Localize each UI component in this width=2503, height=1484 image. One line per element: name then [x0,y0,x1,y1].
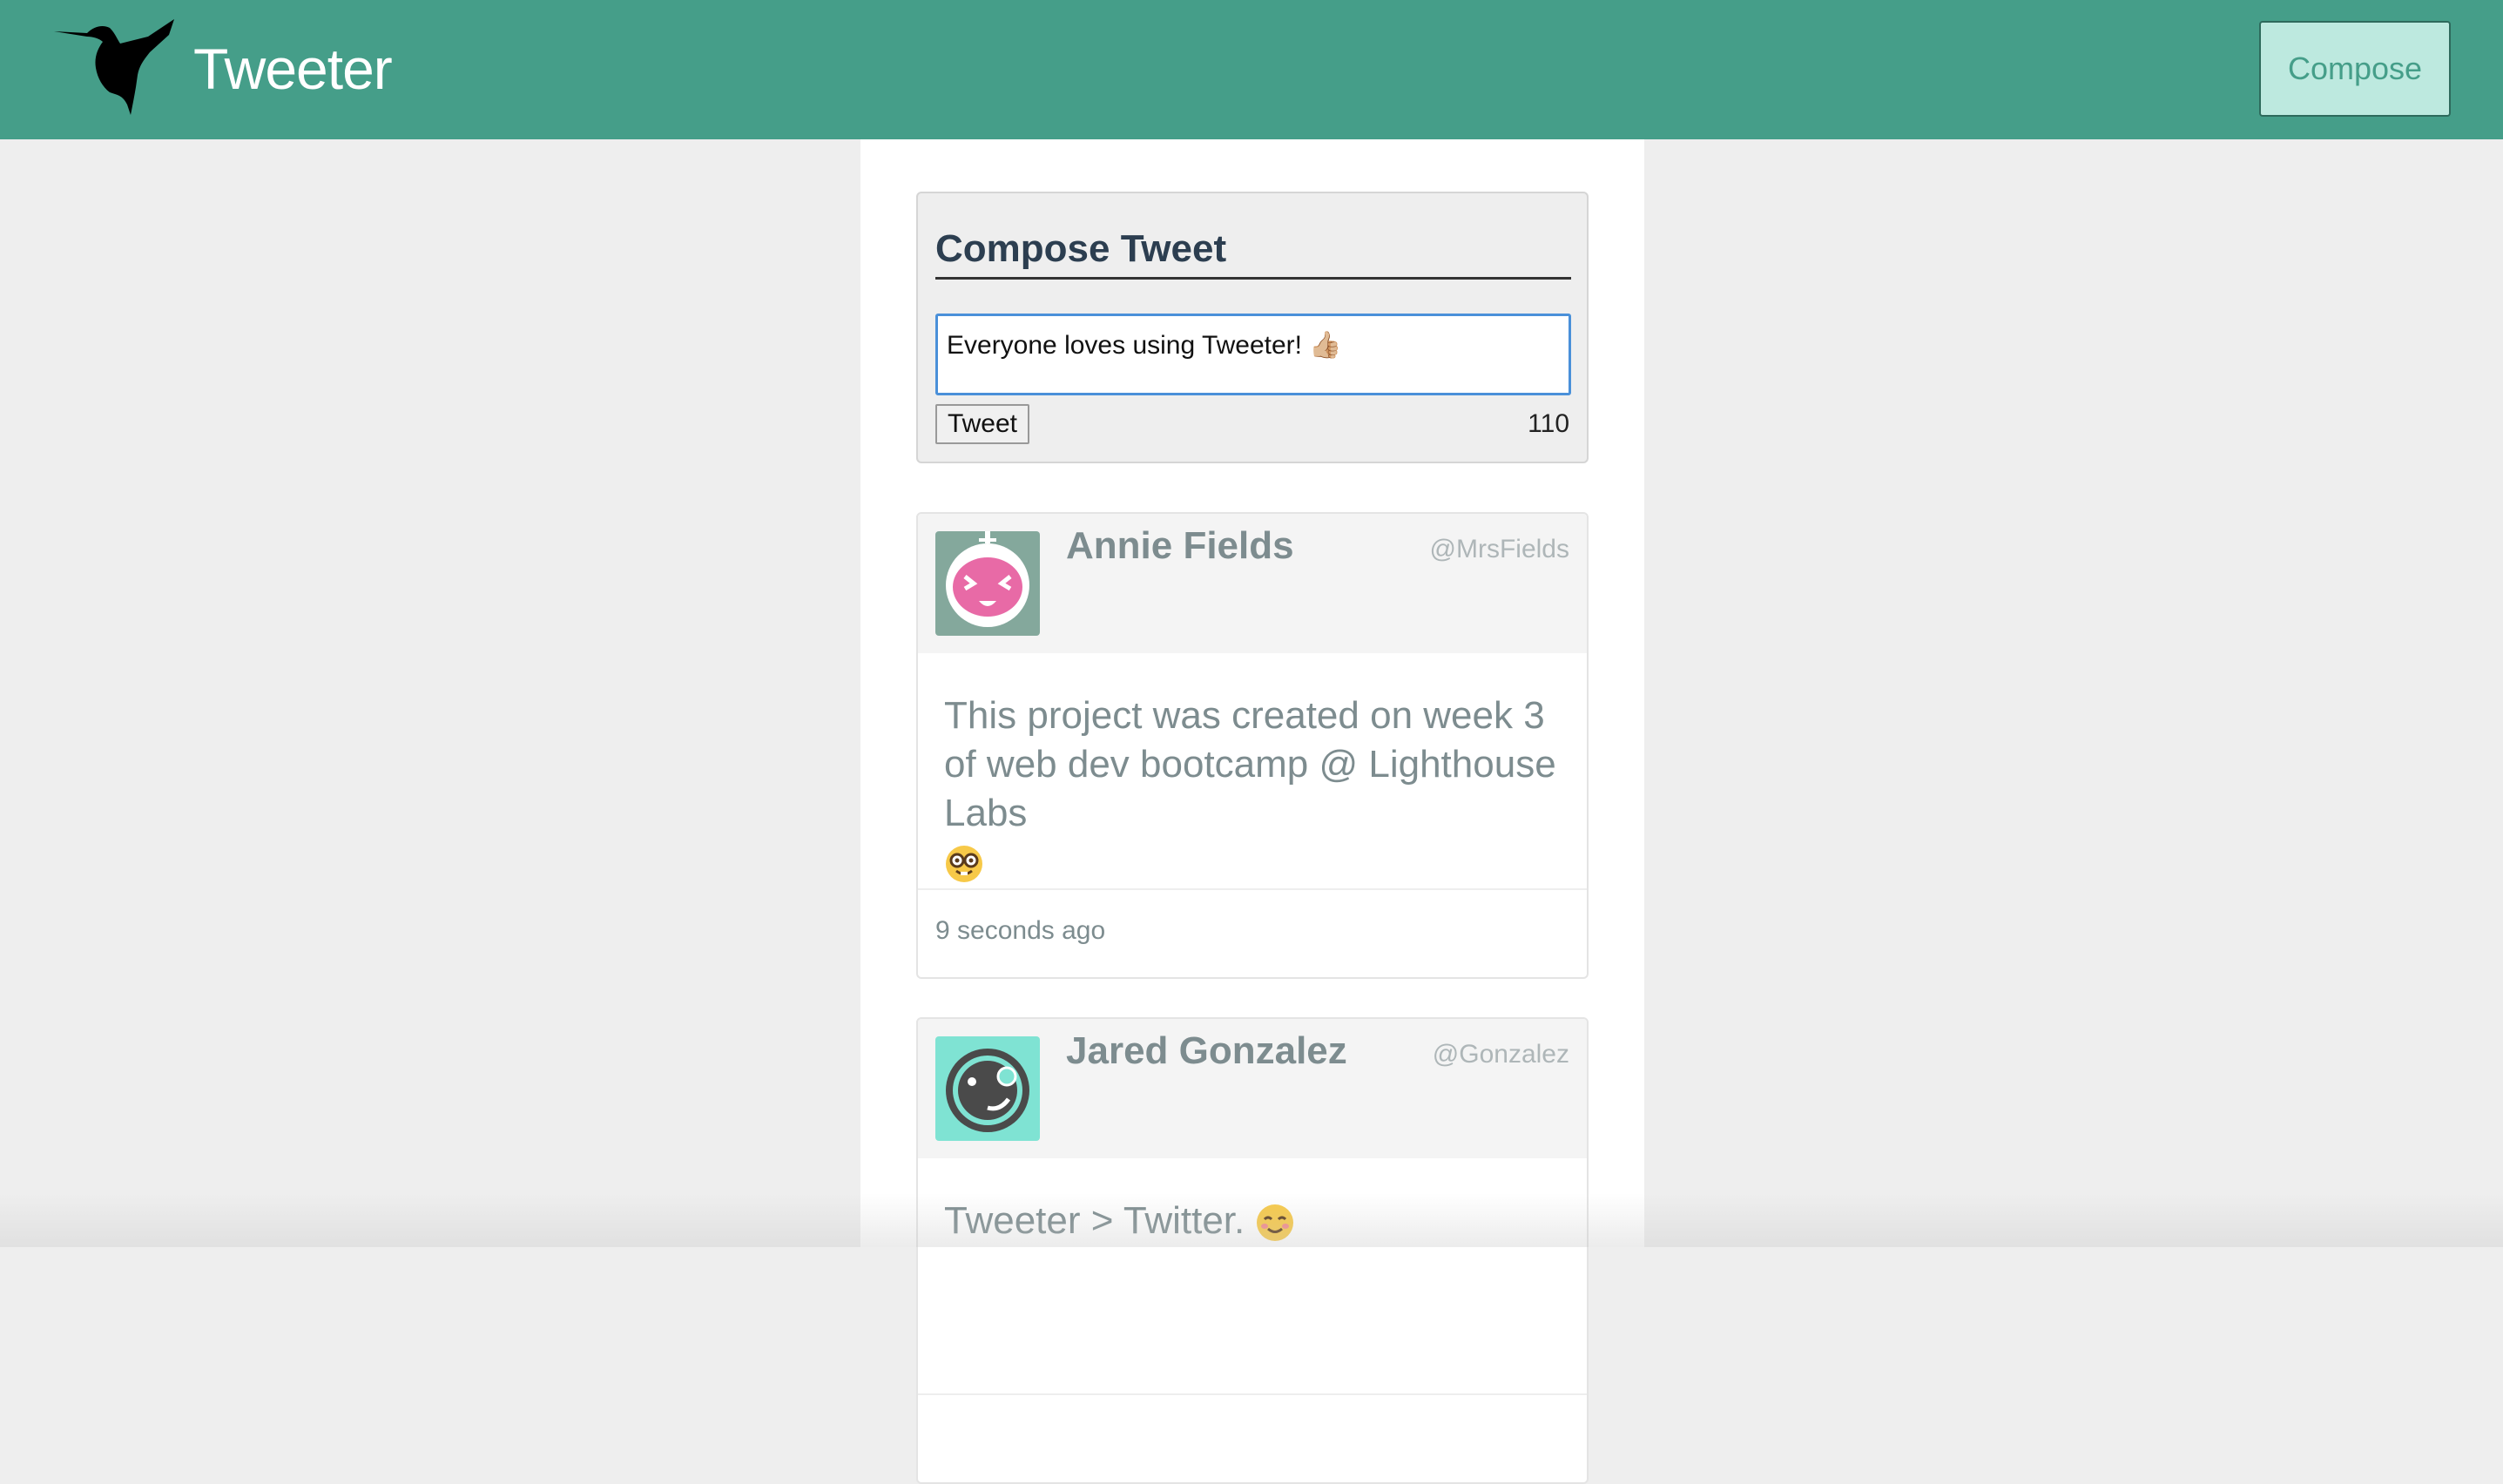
pink-robot-face-icon [935,531,1040,636]
tweet-author-handle: @Gonzalez [1432,1040,1569,1069]
tweet-card: Jared Gonzalez @Gonzalez Tweeter > Twitt… [916,1017,1589,1484]
hummingbird-logo-icon [54,19,174,115]
tweet-author-handle: @MrsFields [1429,535,1569,563]
compose-heading: Compose Tweet [935,225,1571,280]
char-counter: 110 [1528,409,1569,438]
tweet-timestamp: 9 seconds ago [935,916,1106,945]
tweet-textarea[interactable] [935,314,1571,395]
tweet-text: This project was created on week 3 of we… [944,694,1556,834]
brand-title[interactable]: Tweeter [193,31,393,106]
tweet-submit-button[interactable]: Tweet [935,404,1029,444]
nerd-face-icon [946,846,982,883]
tweet-author-name: Jared Gonzalez [1066,1029,1347,1072]
compose-button[interactable]: Compose [2259,21,2451,117]
tweet-body: This project was created on week 3 of we… [918,653,1587,890]
tweet-footer: 9 seconds ago [918,890,1587,977]
smiling-face-icon [1257,1204,1294,1242]
top-nav: Tweeter Compose [0,0,2503,139]
tweet-header: Annie Fields @MrsFields [918,514,1587,653]
tweet-text: Tweeter > Twitter. [944,1199,1245,1242]
tweet-footer [918,1395,1587,1482]
tweet-author-name: Annie Fields [1066,524,1294,567]
main-column: Compose Tweet Tweet 110 Annie Fields @Mr [860,139,1644,1484]
tweet-body: Tweeter > Twitter. [918,1158,1587,1395]
winking-monocle-face-icon [935,1036,1040,1141]
tweet-header: Jared Gonzalez @Gonzalez [918,1019,1587,1158]
tweet-card: Annie Fields @MrsFields This project was… [916,512,1589,979]
compose-tweet-section: Compose Tweet Tweet 110 [916,192,1589,463]
